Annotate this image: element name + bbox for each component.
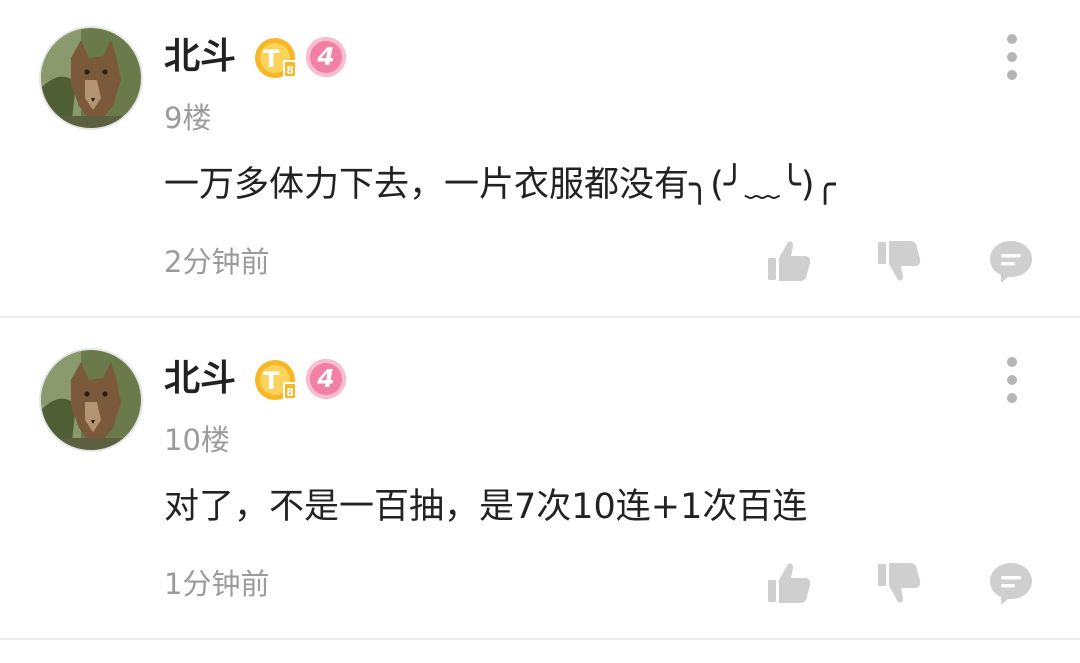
thumbs-up-icon[interactable] <box>766 238 812 284</box>
thumbs-down-icon[interactable] <box>876 238 922 284</box>
wolf-avatar-icon <box>41 350 141 450</box>
more-vertical-icon <box>1007 52 1017 62</box>
avatar[interactable] <box>41 350 141 450</box>
gold-t-coin-badge-icon: T 8 <box>255 38 297 78</box>
thumbs-down-icon[interactable] <box>876 560 922 606</box>
comment-item: 北斗 T 8 4 9楼 一万多体力下去，一片衣服都没有╮(╯﹏╰)╭ 2分钟前 <box>0 0 1080 318</box>
svg-text:T: T <box>263 367 280 395</box>
level-badge: 4 <box>306 359 346 399</box>
comment-content: 对了，不是一百抽，是7次10连+1次百连 <box>164 487 808 527</box>
more-vertical-icon <box>1007 393 1017 403</box>
comment-bubble-icon[interactable] <box>988 238 1034 284</box>
comment-bubble-icon[interactable] <box>988 560 1034 606</box>
more-button[interactable] <box>992 357 1032 403</box>
more-vertical-icon <box>1007 70 1017 80</box>
more-vertical-icon <box>1007 357 1017 367</box>
gold-t-coin-badge-icon: T 8 <box>255 360 297 400</box>
comment-item: 北斗 T 8 4 10楼 对了，不是一百抽，是7次10连+1次百连 1分钟前 <box>0 320 1080 640</box>
svg-text:8: 8 <box>286 64 294 77</box>
level-badge: 4 <box>306 37 346 77</box>
comment-time: 1分钟前 <box>164 567 270 601</box>
avatar[interactable] <box>41 28 141 128</box>
thumbs-up-icon[interactable] <box>766 560 812 606</box>
floor-number: 10楼 <box>164 423 230 457</box>
username[interactable]: 北斗 <box>164 354 236 404</box>
username[interactable]: 北斗 <box>164 32 236 82</box>
svg-text:T: T <box>263 45 280 73</box>
comment-time: 2分钟前 <box>164 245 270 279</box>
more-vertical-icon <box>1007 375 1017 385</box>
more-button[interactable] <box>992 34 1032 80</box>
wolf-avatar-icon <box>41 28 141 128</box>
comment-content: 一万多体力下去，一片衣服都没有╮(╯﹏╰)╭ <box>164 165 836 205</box>
more-vertical-icon <box>1007 34 1017 44</box>
svg-text:8: 8 <box>286 386 294 399</box>
floor-number: 9楼 <box>164 101 212 135</box>
